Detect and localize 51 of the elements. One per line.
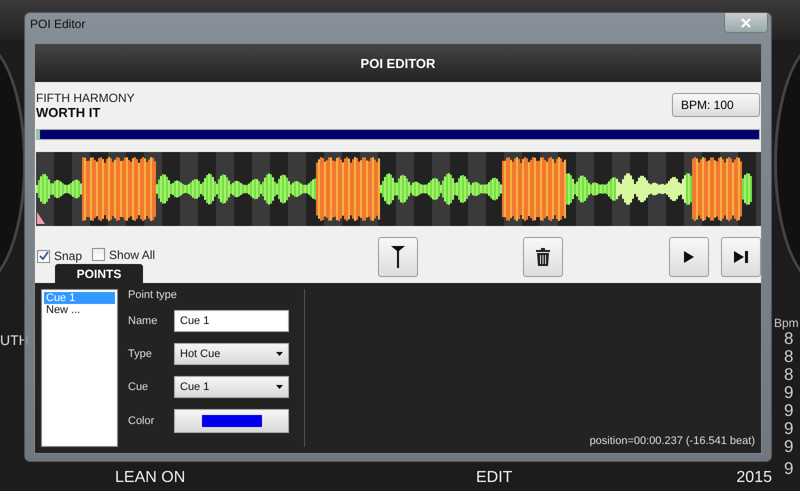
- track-title-text: LEAN ON: [115, 469, 186, 487]
- color-button[interactable]: [174, 409, 289, 433]
- section-heading: Point type: [128, 289, 178, 301]
- marker-button[interactable]: [378, 237, 418, 277]
- play-icon: [684, 251, 694, 263]
- checkbox[interactable]: [37, 250, 50, 263]
- marker-icon: [391, 246, 405, 268]
- checkbox[interactable]: [92, 248, 106, 262]
- bpm-button[interactable]: BPM: 100: [672, 93, 760, 117]
- close-icon: [741, 18, 751, 28]
- track-type-text: EDIT: [476, 469, 512, 487]
- track-year-text: 2015: [736, 469, 772, 487]
- field-label: Cue: [128, 381, 150, 393]
- bpm-value: 8: [784, 330, 794, 348]
- bpm-value: 9: [783, 402, 794, 420]
- track-title-text: UTH: [0, 332, 29, 350]
- dropdown[interactable]: Hot Cue: [174, 343, 289, 365]
- field-label: Type: [128, 348, 153, 360]
- name-field[interactable]: Cue 1: [174, 310, 289, 332]
- bpm-value: 9: [783, 420, 794, 438]
- checkbox-label[interactable]: Snap: [54, 249, 82, 264]
- delete-button[interactable]: [523, 237, 563, 277]
- bpm-value: 8: [783, 348, 794, 366]
- bpm-value: 8: [783, 366, 794, 384]
- skip-next-icon: [734, 251, 748, 263]
- bpm-value: 9: [783, 384, 794, 402]
- field-label: Color: [128, 415, 156, 427]
- artist-name: FIFTH HARMONY: [36, 91, 135, 105]
- list-item[interactable]: New ...: [44, 304, 115, 316]
- dropdown[interactable]: Cue 1: [174, 376, 289, 398]
- skip-next-button[interactable]: [721, 237, 761, 277]
- trash-icon: [536, 248, 550, 266]
- dropdown-value: Cue 1: [180, 381, 210, 393]
- play-button[interactable]: [669, 237, 709, 277]
- cue-marker-icon: [37, 212, 45, 224]
- bpm-value: 9: [783, 438, 794, 456]
- dropdown-value: Hot Cue: [180, 348, 220, 360]
- window-title: POI Editor: [30, 17, 86, 31]
- points-tab[interactable]: POINTS: [55, 264, 143, 283]
- waveform-drawing[interactable]: [36, 152, 761, 226]
- position-text: position=00:00.237 (-16.541 beat): [590, 435, 755, 447]
- bpm-value: 9: [783, 460, 794, 478]
- editor-header: POI EDITOR: [35, 44, 761, 82]
- progress-bar[interactable]: [36, 129, 760, 140]
- checkbox-label[interactable]: Show All: [109, 248, 156, 262]
- field-label: Name: [128, 315, 158, 327]
- close-button[interactable]: [724, 13, 768, 33]
- caret-icon: [276, 352, 283, 356]
- song-title: WORTH IT: [36, 105, 102, 120]
- caret-icon: [276, 385, 283, 389]
- column-header: Bpm: [774, 316, 799, 330]
